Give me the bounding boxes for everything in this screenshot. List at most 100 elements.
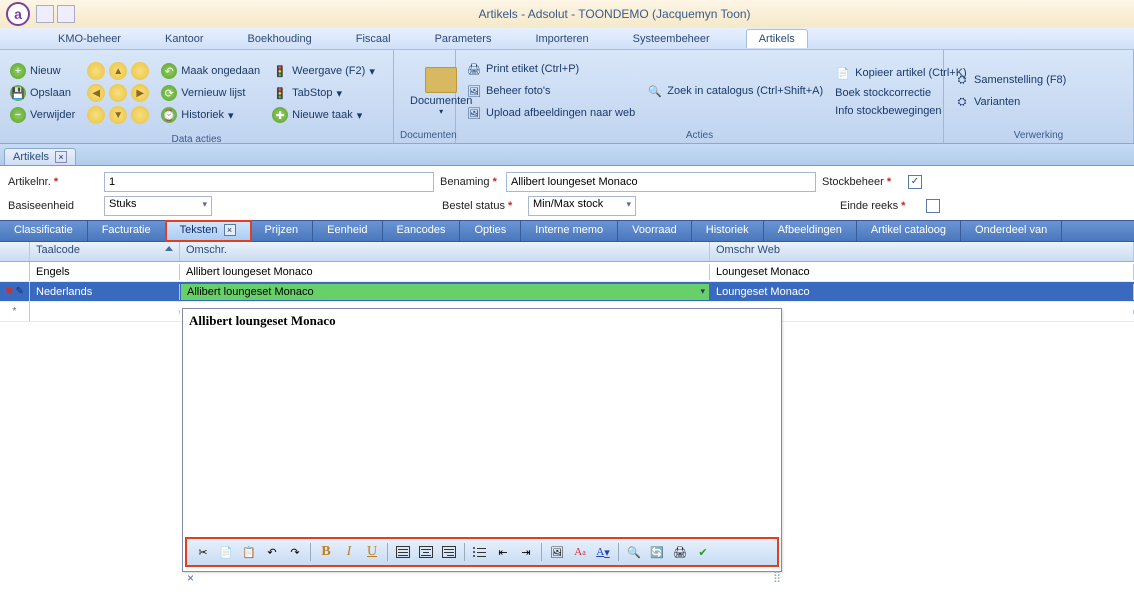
subtab-eenheid[interactable]: Eenheid — [313, 221, 382, 241]
artikelnr-input[interactable] — [104, 172, 434, 192]
cell-omschr[interactable]: Allibert loungeset Monaco — [180, 264, 710, 280]
cell-taalcode[interactable]: Nederlands — [30, 284, 180, 300]
cell-taalcode[interactable]: Engels — [30, 264, 180, 280]
beheer-fotos-button[interactable]: 🖼Beheer foto's — [462, 81, 639, 101]
cut-icon[interactable]: ✂ — [193, 542, 213, 562]
bold-button[interactable]: B — [316, 542, 336, 562]
nav-up-icon[interactable]: ▲ — [109, 62, 127, 80]
print-etiket-button[interactable]: 🖨Print etiket (Ctrl+P) — [462, 59, 639, 79]
teamviewer-icon[interactable] — [57, 5, 75, 23]
bestel-status-select[interactable]: Min/Max stock — [528, 196, 636, 216]
subtab-onderdeel-van[interactable]: Onderdeel van — [961, 221, 1062, 241]
subtab-historiek[interactable]: Historiek — [692, 221, 764, 241]
menu-parameters[interactable]: Parameters — [427, 30, 500, 48]
calculator-icon[interactable] — [36, 5, 54, 23]
maak-ongedaan-button[interactable]: ↶Maak ongedaan — [157, 61, 264, 81]
cell-omschr-web[interactable]: Loungeset Monaco — [710, 284, 1134, 300]
benaming-input[interactable] — [506, 172, 816, 192]
indent-icon[interactable]: ⇥ — [516, 542, 536, 562]
menu-kmo-beheer[interactable]: KMO-beheer — [50, 30, 129, 48]
doc-tab-label: Artikels — [13, 151, 49, 163]
beheer-fotos-label: Beheer foto's — [486, 85, 550, 97]
subtab-row: Classificatie Facturatie Teksten× Prijze… — [0, 220, 1134, 242]
resize-grip-icon[interactable]: ⣿ — [773, 570, 779, 583]
doc-tab-artikels[interactable]: Artikels × — [4, 148, 76, 165]
insert-image-icon[interactable]: 🖼 — [547, 542, 567, 562]
spellcheck-icon[interactable]: ✔ — [693, 542, 713, 562]
close-subtab-icon[interactable]: × — [224, 224, 236, 236]
nieuw-button[interactable]: +Nieuw — [6, 61, 79, 81]
menu-boekhouding[interactable]: Boekhouding — [240, 30, 320, 48]
editor-textarea[interactable]: Allibert loungeset Monaco — [183, 309, 781, 537]
subtab-classificatie[interactable]: Classificatie — [0, 221, 88, 241]
bullets-icon[interactable] — [470, 542, 490, 562]
briefcase-icon — [425, 67, 457, 93]
col-header-taalcode[interactable]: Taalcode — [30, 242, 180, 261]
close-tab-icon[interactable]: × — [55, 151, 67, 163]
italic-button[interactable]: I — [339, 542, 359, 562]
weergave-button[interactable]: 🚦Weergave (F2) ▾ — [268, 61, 379, 81]
font-color-icon[interactable]: A ▾ — [593, 542, 613, 562]
menu-artikels[interactable]: Artikels — [746, 29, 808, 48]
undo-icon[interactable]: ↶ — [262, 542, 282, 562]
nav-first-icon[interactable]: ◀ — [87, 84, 105, 102]
stockbeheer-checkbox[interactable]: ✓ — [908, 175, 922, 189]
subtab-afbeeldingen[interactable]: Afbeeldingen — [764, 221, 857, 241]
tabstop-button[interactable]: 🚦TabStop ▾ — [268, 83, 379, 103]
cell-omschr-editing[interactable]: Allibert loungeset Monaco — [180, 283, 710, 301]
form-area: Artikelnr. * Benaming * Stockbeheer * ✓ … — [0, 166, 1134, 220]
record-navigator[interactable]: ▲ ◀ ▶ ▼ — [83, 54, 153, 132]
varianten-button[interactable]: ⛭Varianten — [950, 92, 1070, 112]
verwijder-button[interactable]: −Verwijder — [6, 105, 79, 125]
basiseenheid-select[interactable]: Stuks — [104, 196, 212, 216]
col-header-omschr-web[interactable]: Omschr Web — [710, 242, 1134, 261]
replace-icon[interactable]: 🔄 — [647, 542, 667, 562]
align-center-icon[interactable] — [416, 542, 436, 562]
subtab-artikel-cataloog[interactable]: Artikel cataloog — [857, 221, 961, 241]
vernieuw-lijst-button[interactable]: ⟳Vernieuw lijst — [157, 83, 264, 103]
subtab-teksten[interactable]: Teksten× — [166, 221, 251, 241]
nav-down-icon[interactable]: ▼ — [109, 106, 127, 124]
print-icon[interactable]: 🖨 — [670, 542, 690, 562]
subtab-prijzen[interactable]: Prijzen — [251, 221, 314, 241]
weergave-label: Weergave (F2) — [292, 65, 365, 77]
underline-button[interactable]: U — [362, 542, 382, 562]
subtab-voorraad[interactable]: Voorraad — [618, 221, 692, 241]
menu-systeembeheer[interactable]: Systeembeheer — [625, 30, 718, 48]
col-header-omschr[interactable]: Omschr. — [180, 242, 710, 261]
find-icon[interactable]: 🔍 — [624, 542, 644, 562]
redo-icon[interactable]: ↷ — [285, 542, 305, 562]
opslaan-button[interactable]: 💾Opslaan — [6, 83, 79, 103]
subtab-eancodes[interactable]: Eancodes — [383, 221, 461, 241]
copy-icon[interactable]: 📄 — [216, 542, 236, 562]
document-tabs: Artikels × — [0, 144, 1134, 166]
samenstelling-button[interactable]: ⛭Samenstelling (F8) — [950, 70, 1070, 90]
font-size-icon[interactable]: Aa — [570, 542, 590, 562]
align-right-icon[interactable] — [439, 542, 459, 562]
upload-afbeeldingen-button[interactable]: 🖼Upload afbeeldingen naar web — [462, 103, 639, 123]
align-left-icon[interactable] — [393, 542, 413, 562]
historiek-button[interactable]: ⌚Historiek ▾ — [157, 105, 264, 125]
delete-row-icon[interactable]: ✖ — [5, 286, 13, 297]
nav-last-icon[interactable]: ▶ — [131, 84, 149, 102]
grid-row[interactable]: Engels Allibert loungeset Monaco Lounges… — [0, 262, 1134, 282]
zoek-in-catalogus-button[interactable]: 🔍Zoek in catalogus (Ctrl+Shift+A) — [643, 81, 827, 101]
samenstelling-label: Samenstelling (F8) — [974, 74, 1066, 86]
einde-reeks-checkbox[interactable] — [926, 199, 940, 213]
subtab-facturatie[interactable]: Facturatie — [88, 221, 166, 241]
subtab-interne-memo[interactable]: Interne memo — [521, 221, 618, 241]
grid-row-selected[interactable]: ✖✎ Nederlands Allibert loungeset Monaco … — [0, 282, 1134, 302]
subtab-opties[interactable]: Opties — [460, 221, 521, 241]
menu-importeren[interactable]: Importeren — [527, 30, 596, 48]
edit-row-icon[interactable]: ✎ — [16, 286, 24, 297]
paste-icon[interactable]: 📋 — [239, 542, 259, 562]
editor-close-icon[interactable]: × — [187, 571, 194, 585]
outdent-icon[interactable]: ⇤ — [493, 542, 513, 562]
cell-omschr-web[interactable]: Loungeset Monaco — [710, 264, 1134, 280]
sort-asc-icon — [165, 246, 173, 251]
nieuwe-taak-button[interactable]: ✚Nieuwe taak ▾ — [268, 105, 379, 125]
stockbeheer-label: Stockbeheer * — [822, 176, 902, 188]
artikelnr-label: Artikelnr. * — [8, 176, 98, 188]
menu-fiscaal[interactable]: Fiscaal — [348, 30, 399, 48]
menu-kantoor[interactable]: Kantoor — [157, 30, 212, 48]
